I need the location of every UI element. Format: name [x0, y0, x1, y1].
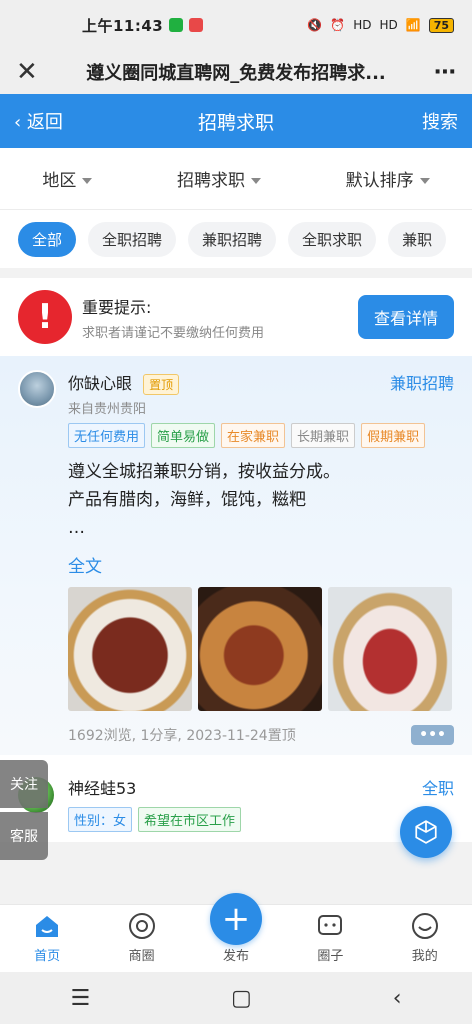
- tag: 无任何费用: [68, 423, 146, 448]
- tag: 性别：女: [68, 807, 133, 832]
- tab-publish-label: 发布: [222, 949, 249, 964]
- app-notification-icon: [189, 18, 204, 32]
- follow-button[interactable]: 关注: [0, 760, 48, 808]
- back-arrow-icon[interactable]: ‹: [393, 986, 402, 1011]
- tab-home[interactable]: 首页: [17, 911, 77, 964]
- back-label: 返回: [26, 112, 63, 133]
- pill-parttime-seek[interactable]: 兼职: [388, 221, 447, 257]
- wechat-notification-icon: [169, 18, 184, 32]
- post-photos: [68, 587, 454, 711]
- caret-down-icon: [419, 178, 430, 184]
- system-nav-bar: ☰ ▢ ‹: [0, 972, 472, 1024]
- post-photo[interactable]: [198, 587, 322, 711]
- filter-region-label: 地区: [42, 171, 77, 191]
- warning-icon: !: [18, 290, 72, 344]
- more-options-icon[interactable]: •••: [411, 725, 454, 745]
- tab-circle[interactable]: 圈子: [300, 911, 360, 964]
- home-square-icon[interactable]: ▢: [231, 986, 252, 1011]
- category-pills: 全部 全职招聘 兼职招聘 全职求职 兼职: [0, 210, 472, 268]
- post-author[interactable]: 神经蛙53: [68, 775, 454, 799]
- notice-text: 重要提示: 求职者请谨记不要缴纳任何费用: [82, 294, 358, 341]
- tag: 希望在市区工作: [138, 807, 242, 832]
- tag: 假期兼职: [361, 423, 426, 448]
- smile-icon: [395, 911, 455, 941]
- read-full-link[interactable]: 全文: [68, 552, 454, 577]
- post-header: 你缺心眼 置顶 来自贵州贵阳 兼职招聘: [18, 370, 454, 417]
- pill-fulltime-seek[interactable]: 全职求职: [288, 221, 377, 257]
- customer-service-button[interactable]: 客服: [0, 812, 48, 860]
- menu-icon[interactable]: ☰: [70, 986, 90, 1011]
- notice-desc: 求职者请谨记不要缴纳任何费用: [82, 325, 265, 341]
- post-body: 遵义全城招兼职分销，按收益分成。 产品有腊肉，海鲜，馄饨，糍粑 …: [68, 458, 454, 542]
- post-location: 来自贵州贵阳: [68, 402, 147, 417]
- tab-mine-label: 我的: [411, 949, 438, 964]
- home-icon: [17, 911, 77, 941]
- signal-2: HD: [379, 18, 398, 32]
- post-ellipsis: …: [68, 518, 85, 538]
- status-bar: 上午11:43 🔇 ⏰ HD HD 📶 75: [0, 0, 472, 50]
- mute-icon: 🔇: [307, 18, 323, 32]
- plus-icon: +: [209, 893, 262, 945]
- notice-title: 重要提示:: [82, 297, 152, 317]
- alarm-icon: ⏰: [330, 18, 346, 32]
- post-line-1: 遵义全城招兼职分销，按收益分成。: [68, 462, 340, 482]
- filter-region[interactable]: 地区: [42, 166, 93, 191]
- search-button[interactable]: 搜索: [378, 108, 458, 134]
- filter-bar: 地区 招聘求职 默认排序: [0, 148, 472, 210]
- status-time: 上午11:43: [82, 16, 164, 35]
- cube-icon[interactable]: [400, 806, 452, 858]
- tag: 在家兼职: [221, 423, 286, 448]
- post-photo[interactable]: [68, 587, 192, 711]
- status-icons: 🔇 ⏰ HD HD 📶 75: [307, 17, 454, 33]
- post-category[interactable]: 兼职招聘: [390, 370, 454, 394]
- tag: 长期兼职: [291, 423, 356, 448]
- tab-business-label: 商圈: [128, 949, 155, 964]
- tab-business[interactable]: 商圈: [112, 911, 172, 964]
- pill-all[interactable]: 全部: [18, 221, 77, 257]
- post-footer: 1692浏览, 1分享, 2023-11-24置顶 •••: [68, 725, 454, 745]
- filter-sort-label: 默认排序: [345, 171, 414, 191]
- webview-titlebar: ✕ 遵义圈同城直聘网_免费发布招聘求... ⋯: [0, 50, 472, 94]
- post-tags: 性别：女 希望在市区工作: [68, 807, 454, 832]
- post-meta: 你缺心眼 置顶 来自贵州贵阳: [68, 370, 390, 417]
- post-category[interactable]: 全职: [422, 775, 454, 799]
- wifi-icon: 📶: [405, 18, 421, 32]
- chat-icon: [300, 911, 360, 941]
- post-line-2: 产品有腊肉，海鲜，馄饨，糍粑: [68, 490, 306, 510]
- tag: 简单易做: [151, 423, 216, 448]
- signal-1: HD: [353, 18, 372, 32]
- filter-type-label: 招聘求职: [176, 171, 245, 191]
- bottom-tab-bar: 首页 商圈 + 发布 圈子 我的: [0, 893, 472, 972]
- header-title: 招聘求职: [197, 111, 274, 134]
- filter-type[interactable]: 招聘求职: [177, 166, 261, 191]
- battery-level: 75: [428, 17, 454, 33]
- pill-fulltime-hire[interactable]: 全职招聘: [88, 221, 177, 257]
- cube-svg: [415, 820, 437, 844]
- close-icon[interactable]: ✕: [16, 57, 46, 87]
- pill-parttime-hire[interactable]: 兼职招聘: [188, 221, 277, 257]
- tab-circle-label: 圈子: [317, 949, 344, 964]
- view-details-button[interactable]: 查看详情: [357, 295, 454, 339]
- caret-down-icon: [250, 178, 261, 184]
- back-button[interactable]: ‹ 返回: [14, 108, 94, 134]
- post-tags: 无任何费用 简单易做 在家兼职 长期兼职 假期兼职: [68, 423, 454, 448]
- filter-sort[interactable]: 默认排序: [346, 166, 430, 191]
- post-card[interactable]: 你缺心眼 置顶 来自贵州贵阳 兼职招聘 无任何费用 简单易做 在家兼职 长期兼职…: [0, 356, 472, 755]
- page-title: 遵义圈同城直聘网_免费发布招聘求...: [86, 63, 386, 84]
- chevron-left-icon: ‹: [14, 112, 27, 133]
- page-header: ‹ 返回 招聘求职 搜索: [0, 94, 472, 148]
- pinned-badge: 置顶: [143, 374, 180, 395]
- tab-publish[interactable]: + 发布: [206, 893, 266, 964]
- post-author[interactable]: 你缺心眼: [68, 374, 132, 393]
- notice-banner: ! 重要提示: 求职者请谨记不要缴纳任何费用 查看详情: [0, 278, 472, 356]
- target-icon: [112, 911, 172, 941]
- post-stats: 1692浏览, 1分享, 2023-11-24置顶: [68, 728, 296, 744]
- caret-down-icon: [82, 178, 93, 184]
- tab-home-label: 首页: [34, 949, 61, 964]
- tab-mine[interactable]: 我的: [395, 911, 455, 964]
- more-menu-icon[interactable]: ⋯: [426, 60, 456, 85]
- post-photo[interactable]: [328, 587, 452, 711]
- avatar[interactable]: [18, 370, 56, 408]
